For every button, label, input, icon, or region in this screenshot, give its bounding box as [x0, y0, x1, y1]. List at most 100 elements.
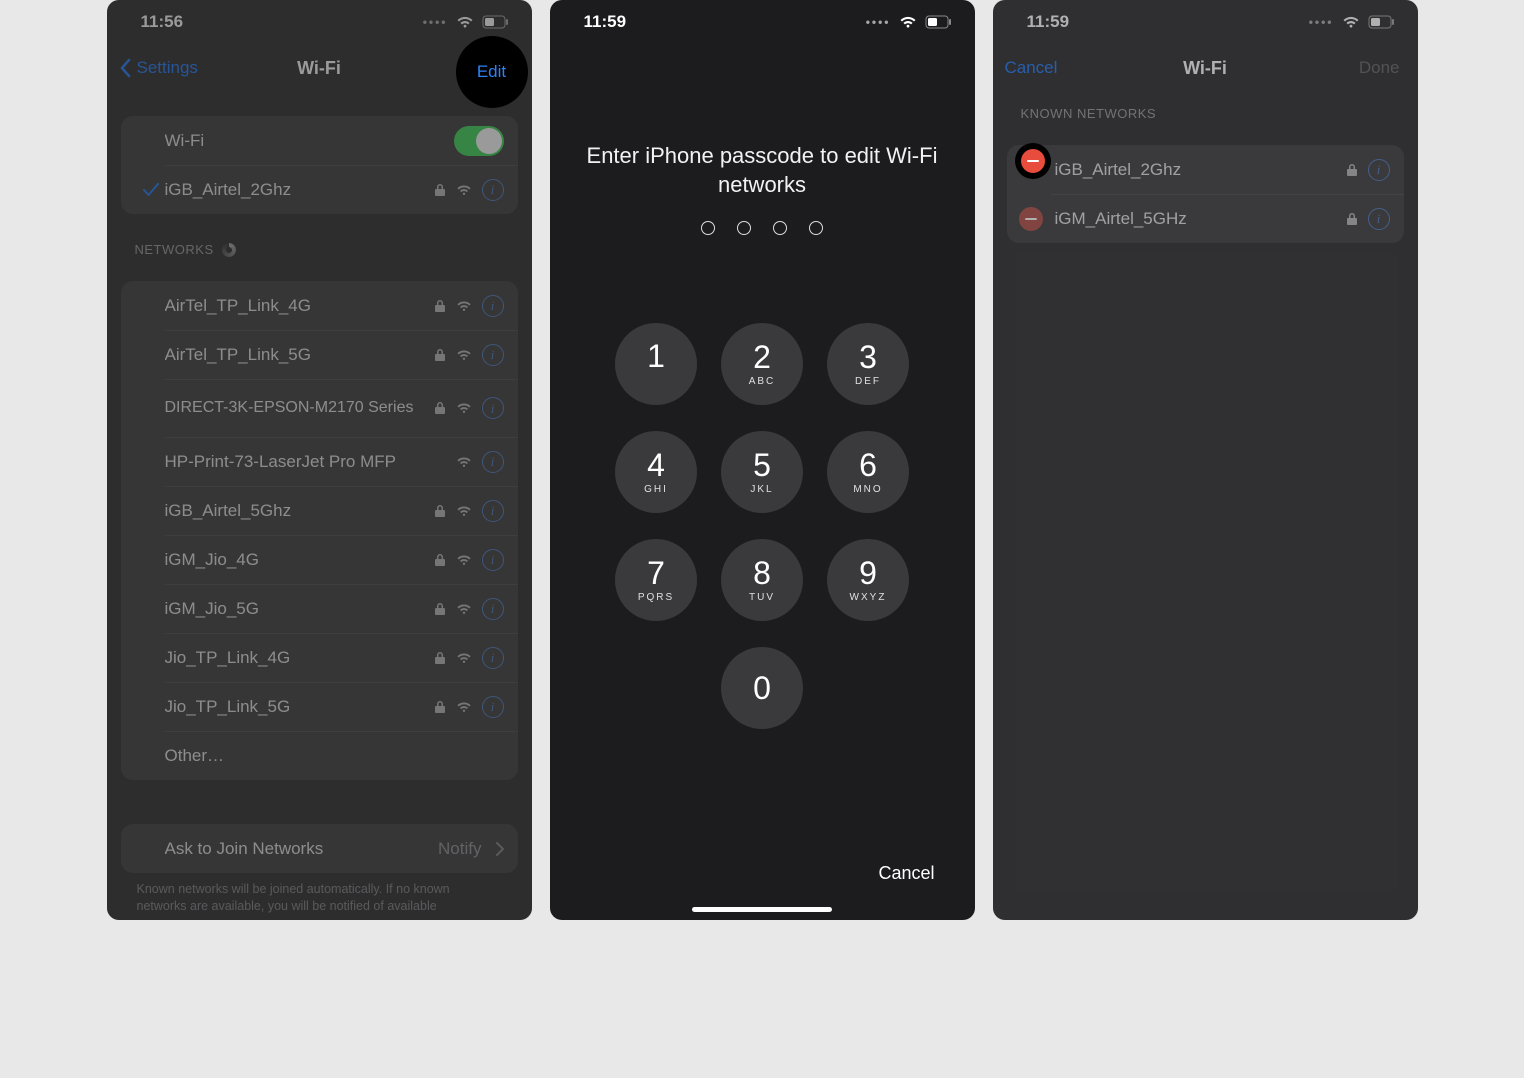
- info-icon[interactable]: i: [482, 549, 504, 571]
- chevron-left-icon: [119, 58, 131, 78]
- ask-label: Ask to Join Networks: [165, 839, 439, 859]
- network-row[interactable]: Jio_TP_Link_4G i: [121, 633, 518, 682]
- home-indicator[interactable]: [692, 907, 832, 912]
- known-networks-header: KNOWN NETWORKS: [1021, 106, 1404, 121]
- status-time: 11:59: [1027, 12, 1070, 32]
- passcode-screen: 11:59 •••• Enter iPhone passcode to edit…: [550, 0, 975, 920]
- keypad-key-4[interactable]: 4GHI: [615, 431, 697, 513]
- network-row[interactable]: AirTel_TP_Link_5G i: [121, 330, 518, 379]
- network-name: iGM_Airtel_5GHz: [1055, 209, 1346, 229]
- keypad-key-0[interactable]: 0: [721, 647, 803, 729]
- lock-icon: [1346, 212, 1358, 226]
- status-bar: 11:59 ••••: [993, 0, 1418, 44]
- passcode-prompt: Enter iPhone passcode to edit Wi-Fi netw…: [550, 142, 975, 199]
- keypad-key-8[interactable]: 8 TUV: [721, 539, 803, 621]
- info-icon[interactable]: i: [482, 179, 504, 201]
- wifi-strength-icon: [456, 505, 472, 517]
- nav-bar: Cancel Wi-Fi Done: [993, 44, 1418, 92]
- info-icon[interactable]: i: [482, 344, 504, 366]
- info-icon[interactable]: i: [482, 500, 504, 522]
- known-network-row[interactable]: iGM_Airtel_5GHz i: [1007, 194, 1404, 243]
- status-bar: 11:59 ••••: [550, 0, 975, 44]
- info-icon[interactable]: i: [482, 295, 504, 317]
- cancel-button[interactable]: Cancel: [1005, 44, 1058, 92]
- pin-dot: [773, 221, 787, 235]
- key-digit: 8: [753, 557, 771, 589]
- nav-title: Wi-Fi: [1183, 58, 1227, 79]
- key-letters: MNO: [853, 485, 882, 495]
- back-button[interactable]: Settings: [119, 44, 198, 92]
- battery-icon: [482, 15, 510, 29]
- info-icon[interactable]: i: [482, 598, 504, 620]
- connected-network-row[interactable]: iGB_Airtel_2Ghz i: [121, 165, 518, 214]
- network-name: HP-Print-73-LaserJet Pro MFP: [165, 452, 456, 472]
- lock-icon: [434, 602, 446, 616]
- wifi-strength-icon: [456, 402, 472, 414]
- wifi-icon: [1342, 15, 1360, 29]
- cellular-dots-icon: ••••: [866, 15, 891, 29]
- edit-button[interactable]: Edit: [456, 36, 528, 108]
- network-row[interactable]: Jio_TP_Link_5G i: [121, 682, 518, 731]
- network-row[interactable]: HP-Print-73-LaserJet Pro MFP i: [121, 437, 518, 486]
- network-row[interactable]: AirTel_TP_Link_4Gi: [121, 281, 518, 330]
- keypad-key-5[interactable]: 5JKL: [721, 431, 803, 513]
- keypad-key-3[interactable]: 3 DEF: [827, 323, 909, 405]
- keypad-key-2[interactable]: 2ABC: [721, 323, 803, 405]
- battery-icon: [925, 15, 953, 29]
- info-icon[interactable]: i: [482, 397, 504, 419]
- info-icon[interactable]: i: [1368, 159, 1390, 181]
- ask-to-join-card: Ask to Join Networks Notify: [121, 824, 518, 873]
- network-row[interactable]: iGM_Jio_4Gi: [121, 535, 518, 584]
- done-button[interactable]: Done: [1359, 44, 1400, 92]
- cellular-dots-icon: ••••: [423, 15, 448, 29]
- battery-icon: [1368, 15, 1396, 29]
- network-name: iGB_Airtel_2Ghz: [1055, 160, 1346, 180]
- keypad-key-6[interactable]: 6MNO: [827, 431, 909, 513]
- key-digit: 9: [859, 557, 877, 589]
- network-name: iGB_Airtel_5Ghz: [165, 501, 434, 521]
- other-label: Other…: [165, 746, 504, 766]
- lock-icon: [434, 401, 446, 415]
- key-digit: 4: [647, 449, 665, 481]
- delete-network-button[interactable]: [1019, 207, 1043, 231]
- key-digit: 2: [753, 341, 771, 373]
- key-letters: TUV: [749, 593, 775, 603]
- chevron-right-icon: [496, 842, 504, 856]
- footnote: Known networks will be joined automatica…: [137, 881, 502, 915]
- ask-value: Notify: [438, 839, 481, 859]
- pin-dot: [809, 221, 823, 235]
- info-icon[interactable]: i: [482, 451, 504, 473]
- network-row[interactable]: iGB_Airtel_5Ghz i: [121, 486, 518, 535]
- key-letters: WXYZ: [850, 593, 887, 603]
- key-digit: 3: [859, 341, 877, 373]
- wifi-settings-screen: 11:56 •••• Settings Wi-Fi Edit Edit Wi-F…: [107, 0, 532, 920]
- checkmark-icon: [137, 183, 165, 197]
- known-network-row[interactable]: iGB_Airtel_2Ghz i: [1007, 145, 1404, 194]
- network-name: Jio_TP_Link_4G: [165, 648, 434, 668]
- delete-network-button[interactable]: [1015, 143, 1051, 179]
- status-time: 11:56: [141, 12, 184, 32]
- network-row[interactable]: DIRECT-3K-EPSON-M2170 Seriesi: [121, 379, 518, 437]
- ask-to-join-row[interactable]: Ask to Join Networks Notify: [121, 824, 518, 873]
- wifi-strength-icon: [456, 300, 472, 312]
- info-icon[interactable]: i: [482, 696, 504, 718]
- back-label: Settings: [137, 58, 198, 78]
- pin-dots: [550, 221, 975, 235]
- info-icon[interactable]: i: [482, 647, 504, 669]
- lock-icon: [434, 348, 446, 362]
- lock-icon: [434, 700, 446, 714]
- network-name: Jio_TP_Link_5G: [165, 697, 434, 717]
- wifi-toggle[interactable]: [454, 126, 504, 156]
- key-letters: DEF: [855, 377, 881, 387]
- other-network-row[interactable]: Other…: [121, 731, 518, 780]
- keypad-key-7[interactable]: 7PQRS: [615, 539, 697, 621]
- spinner-icon: [222, 243, 236, 257]
- keypad-key-9[interactable]: 9 WXYZ: [827, 539, 909, 621]
- keypad-key-1[interactable]: 1: [615, 323, 697, 405]
- cancel-button[interactable]: Cancel: [878, 863, 934, 884]
- wifi-strength-icon: [456, 554, 472, 566]
- info-icon[interactable]: i: [1368, 208, 1390, 230]
- network-row[interactable]: iGM_Jio_5Gi: [121, 584, 518, 633]
- network-name: AirTel_TP_Link_5G: [165, 345, 434, 365]
- connected-name: iGB_Airtel_2Ghz: [165, 180, 434, 200]
